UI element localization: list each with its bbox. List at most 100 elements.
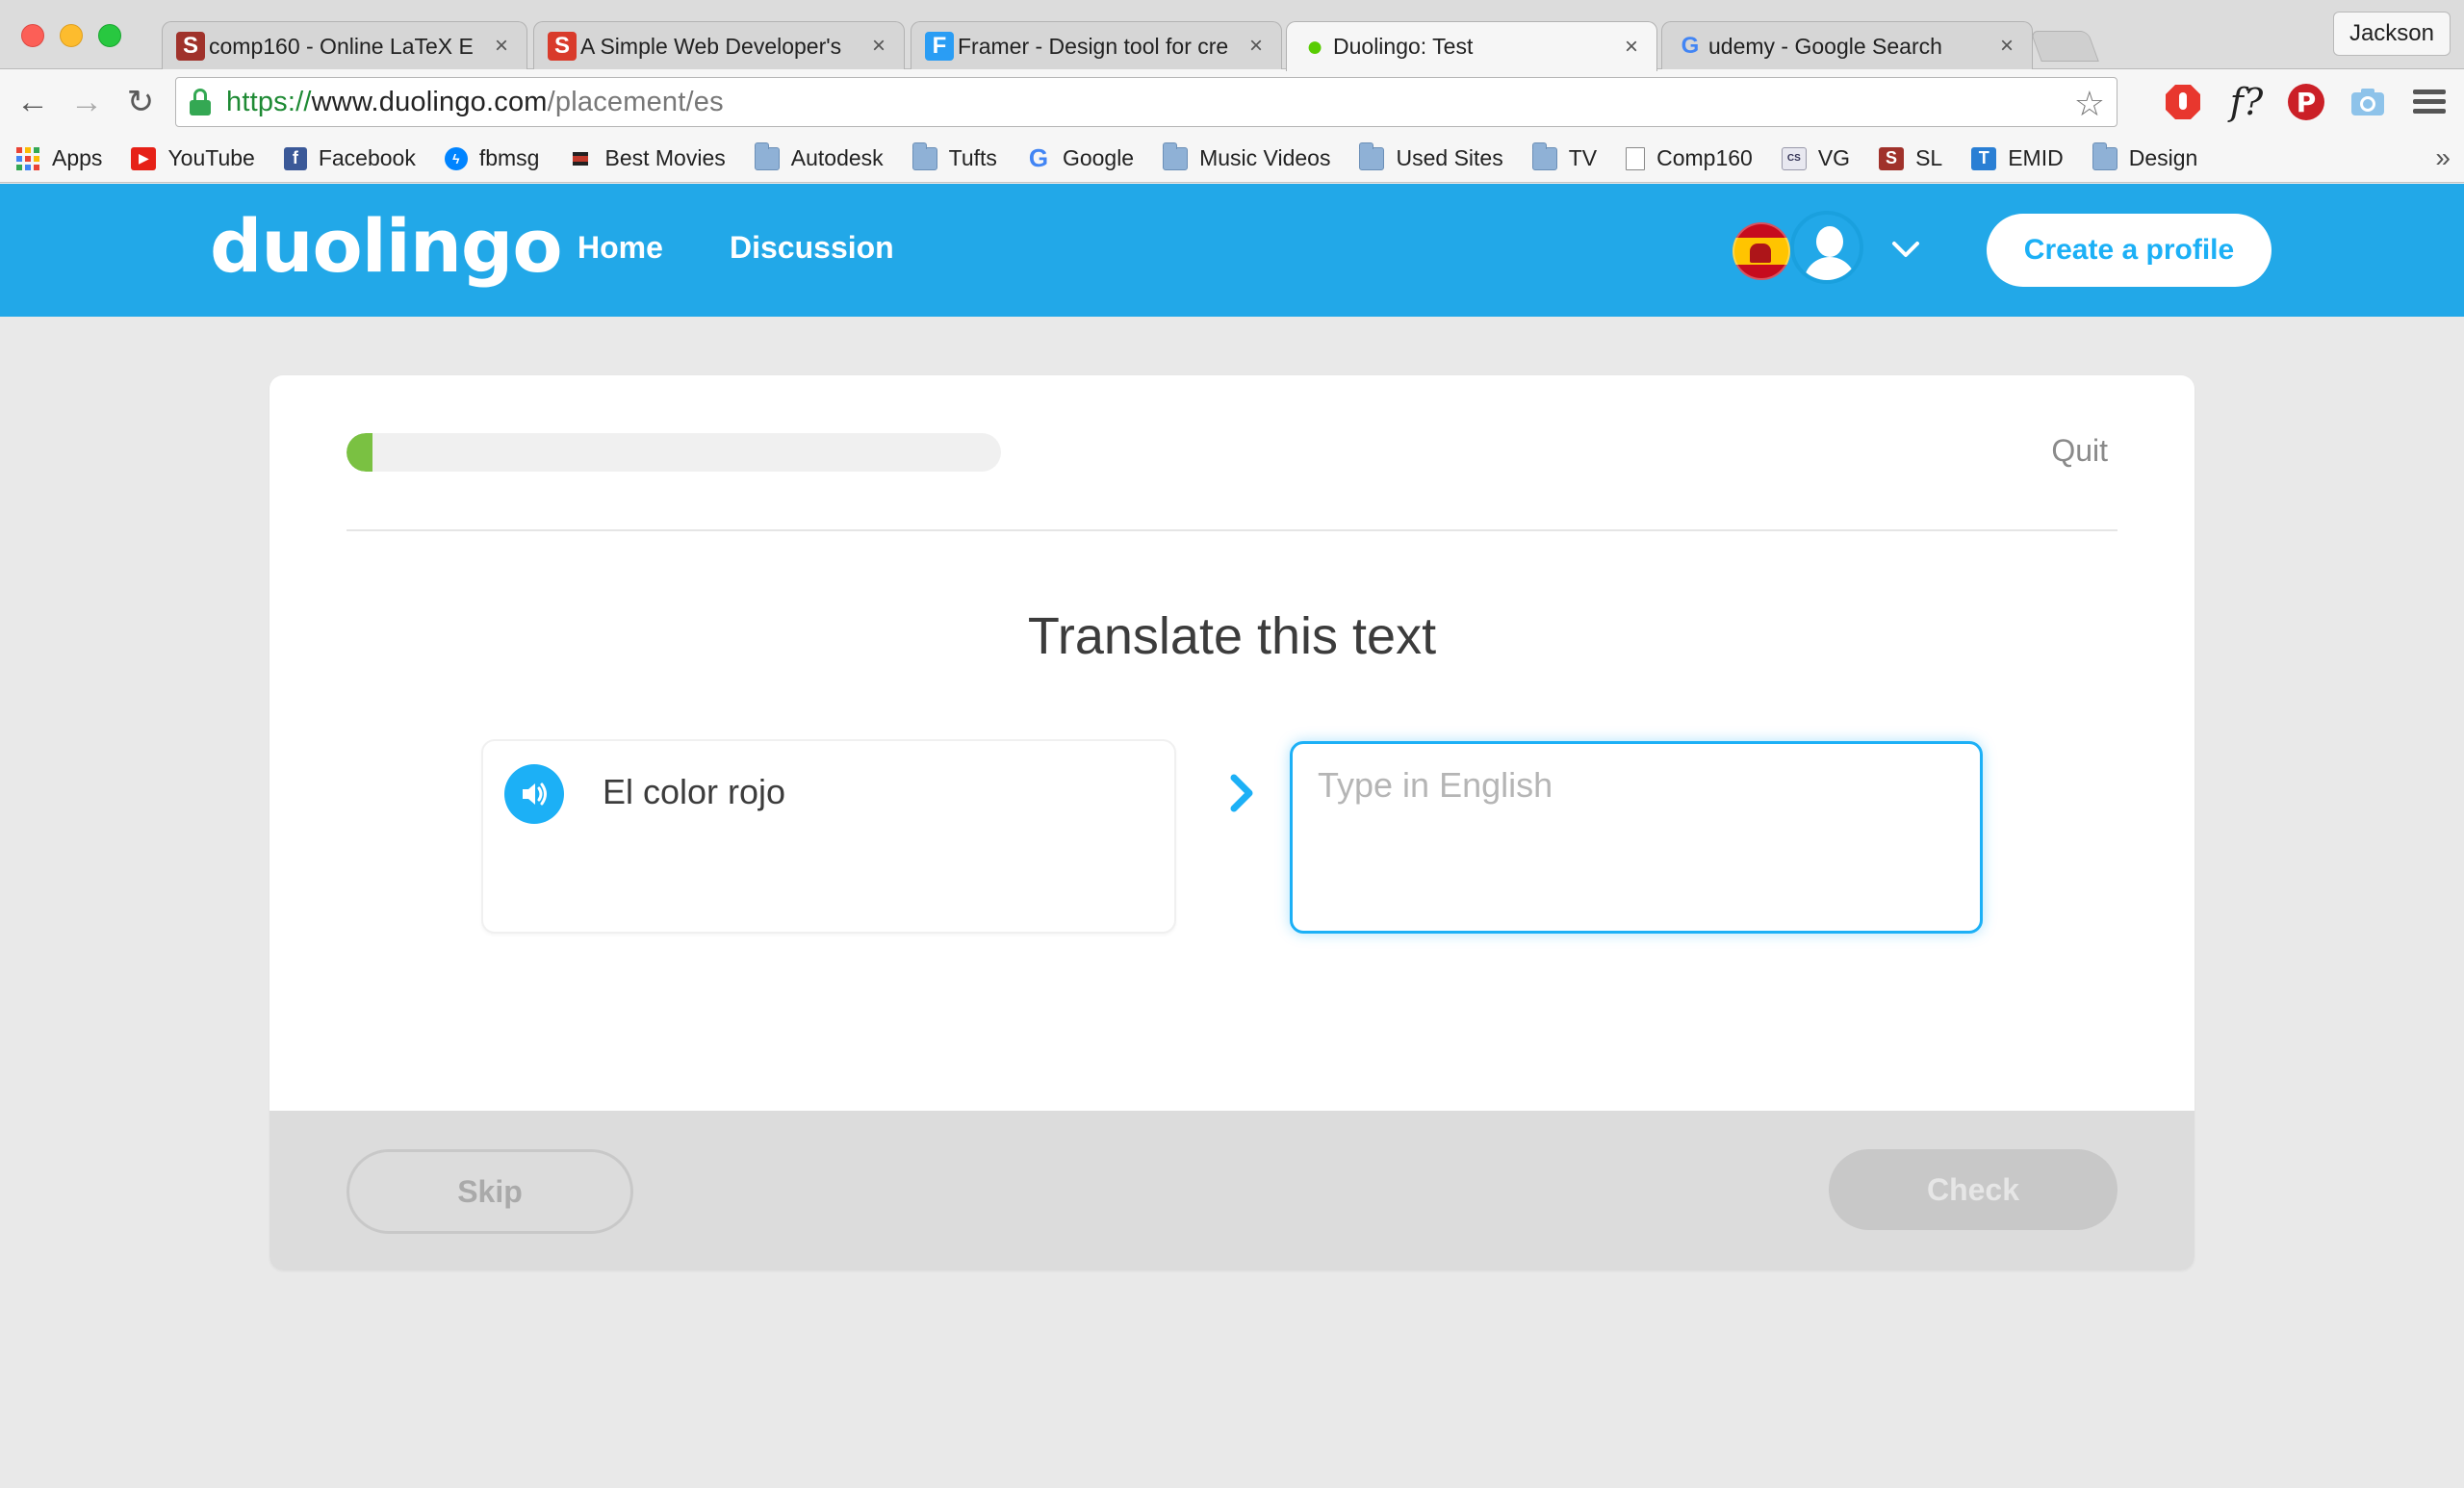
bookmark-label: Facebook	[318, 145, 416, 170]
pinterest-icon[interactable]: P	[2283, 79, 2329, 125]
chevron-down-icon[interactable]	[1886, 230, 1925, 269]
quit-link[interactable]: Quit	[2051, 433, 2108, 469]
tab-title: A Simple Web Developer's	[580, 33, 842, 59]
duolingo-logo[interactable]: duolingo	[210, 203, 563, 289]
browser-tab-active[interactable]: ● Duolingo: Test ×	[1286, 21, 1657, 71]
apps-grid-icon	[15, 146, 40, 170]
reload-icon[interactable]: ↻	[121, 83, 160, 121]
skip-button[interactable]: Skip	[346, 1149, 633, 1234]
tab-title: Framer - Design tool for cre	[958, 33, 1229, 59]
chevron-right-icon	[1230, 774, 1253, 812]
bookmark-label: SL	[1915, 145, 1943, 170]
tab-title: comp160 - Online LaTeX E	[209, 33, 474, 59]
menu-hamburger-icon[interactable]	[2406, 79, 2452, 125]
minimize-window-button[interactable]	[60, 24, 83, 47]
facebook-icon: f	[283, 146, 307, 170]
back-arrow-icon[interactable]: ←	[13, 83, 52, 121]
bookmark-music-videos[interactable]: Music Videos	[1163, 141, 1331, 171]
bookmark-label: Tufts	[948, 145, 997, 170]
profile-button[interactable]: Jackson	[2332, 12, 2451, 56]
bookmark-star-icon[interactable]: ☆	[2074, 84, 2105, 124]
bookmark-label: Music Videos	[1199, 145, 1331, 170]
close-window-button[interactable]	[21, 24, 44, 47]
vg-icon: CS	[1781, 146, 1807, 170]
bookmark-vg[interactable]: CS VG	[1781, 145, 1851, 171]
maximize-window-button[interactable]	[98, 24, 121, 47]
tab-title: Duolingo: Test	[1333, 34, 1474, 59]
progress-bar	[346, 433, 1001, 472]
close-tab-icon[interactable]: ×	[490, 33, 513, 60]
close-tab-icon[interactable]: ×	[867, 33, 890, 60]
url-text: https://www.duolingo.com/placement/es	[226, 86, 724, 117]
bookmark-label: Design	[2128, 145, 2198, 170]
avatar[interactable]	[1790, 211, 1863, 284]
bookmark-label: Google	[1062, 145, 1135, 170]
close-tab-icon[interactable]: ×	[1995, 33, 2018, 60]
folder-icon	[1359, 141, 1385, 170]
sharelatex-icon: S	[1879, 146, 1905, 170]
site-header: duolingo Home Discussion Create a profil…	[0, 184, 2464, 317]
tab-title: udemy - Google Search	[1708, 33, 1942, 59]
bookmark-apps[interactable]: Apps	[15, 145, 102, 171]
more-bookmarks-button[interactable]: »	[2435, 142, 2451, 173]
bookmark-used-sites[interactable]: Used Sites	[1359, 141, 1503, 171]
google-g-icon: G	[1028, 143, 1049, 172]
bookmark-label: Autodesk	[790, 145, 884, 170]
check-button[interactable]: Check	[1829, 1149, 2118, 1230]
camera-icon[interactable]	[2345, 79, 2391, 125]
forward-arrow-icon[interactable]: →	[67, 83, 106, 121]
bookmark-sl[interactable]: S SL	[1879, 145, 1942, 171]
browser-toolbar: ← → ↻ https://www.duolingo.com/placement…	[0, 69, 2464, 135]
challenge-prompt: Translate this text	[1027, 607, 1437, 665]
nav-discussion[interactable]: Discussion	[730, 230, 894, 266]
bookmark-tufts[interactable]: Tufts	[911, 141, 997, 171]
bookmark-label: YouTube	[167, 145, 255, 170]
spanish-flag-icon[interactable]	[1732, 222, 1790, 280]
youtube-icon: ▶	[131, 146, 157, 170]
source-text: El color rojo	[603, 772, 786, 811]
bookmark-best-movies[interactable]: Best Movies	[568, 145, 726, 171]
bookmark-fbmsg[interactable]: ϟ fbmsg	[444, 145, 539, 171]
browser-tab[interactable]: F Framer - Design tool for cre ×	[911, 21, 1282, 70]
font-finder-icon[interactable]: f?	[2223, 79, 2270, 125]
new-tab-button[interactable]	[2030, 31, 2099, 62]
nav-home[interactable]: Home	[578, 230, 663, 266]
close-tab-icon[interactable]: ×	[1620, 34, 1643, 61]
browser-tab[interactable]: S comp160 - Online LaTeX E ×	[162, 21, 527, 70]
framer-icon: F	[925, 32, 954, 61]
bookmark-facebook[interactable]: f Facebook	[283, 145, 416, 171]
bookmark-label: EMID	[2008, 145, 2064, 170]
bookmark-comp160[interactable]: Comp160	[1626, 145, 1753, 171]
messenger-icon: ϟ	[444, 146, 468, 170]
progress-fill	[346, 433, 373, 472]
folder-icon	[1531, 141, 1557, 170]
address-bar[interactable]: https://www.duolingo.com/placement/es ☆	[175, 77, 2118, 127]
lesson-card: Quit Translate this text El color rojo S…	[270, 375, 2194, 1270]
folder-icon	[911, 141, 937, 170]
page-icon	[1626, 146, 1646, 170]
bookmark-label: VG	[1817, 145, 1851, 170]
folder-icon	[1163, 141, 1189, 170]
bookmark-youtube[interactable]: ▶ YouTube	[131, 145, 255, 171]
html-s-icon: S	[548, 32, 577, 61]
bookmark-google[interactable]: G Google	[1026, 143, 1135, 172]
source-sentence-box: El color rojo	[481, 739, 1176, 934]
close-tab-icon[interactable]: ×	[1245, 33, 1268, 60]
adblock-icon[interactable]	[2160, 79, 2206, 125]
bookmark-emid[interactable]: T EMID	[1971, 145, 2064, 171]
bookmark-design[interactable]: Design	[2092, 141, 2198, 171]
bookmark-tv[interactable]: TV	[1531, 141, 1597, 171]
bookmark-label: Apps	[52, 145, 103, 170]
browser-tab[interactable]: S A Simple Web Developer's ×	[533, 21, 905, 70]
translation-input[interactable]	[1290, 741, 1983, 934]
sharelatex-icon: S	[176, 32, 205, 61]
speaker-icon[interactable]	[504, 764, 564, 824]
divider	[346, 529, 2118, 531]
google-g-icon: G	[1681, 33, 1700, 59]
create-profile-button[interactable]: Create a profile	[1987, 214, 2272, 287]
duolingo-owl-icon: ●	[1305, 30, 1324, 63]
t-icon: T	[1971, 146, 1997, 170]
bookmark-autodesk[interactable]: Autodesk	[754, 141, 884, 171]
bookmark-label: Used Sites	[1396, 145, 1503, 170]
browser-tab[interactable]: G udemy - Google Search ×	[1661, 21, 2033, 70]
